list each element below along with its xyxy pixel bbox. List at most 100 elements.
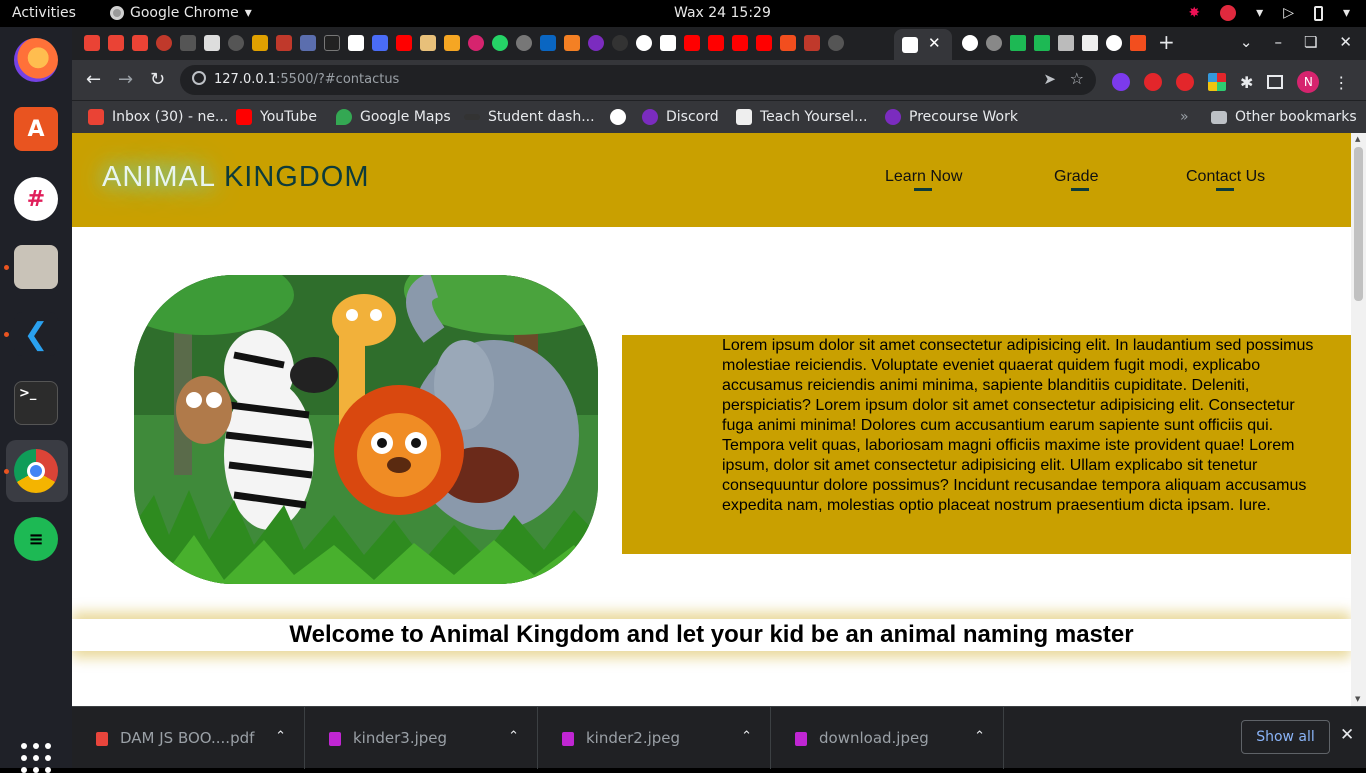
side-panel-icon[interactable] bbox=[1267, 75, 1284, 89]
tab-search-icon[interactable]: ⌄ bbox=[1240, 33, 1253, 51]
downloads-bar: DAM JS BOO....pdf ⌃ kinder3.jpeg ⌃ kinde… bbox=[72, 706, 1366, 769]
welcome-heading: Welcome to Animal Kingdom and let your k… bbox=[289, 621, 1134, 648]
bookmark-precourse[interactable]: Precourse Work bbox=[885, 109, 1018, 125]
files-icon[interactable] bbox=[14, 245, 58, 289]
bookmark-google-maps[interactable]: Google Maps bbox=[336, 109, 451, 125]
nav-learn-now[interactable]: Learn Now bbox=[885, 168, 962, 191]
download-item[interactable]: DAM JS BOO....pdf ⌃ bbox=[72, 707, 305, 769]
download-item[interactable]: download.jpeg ⌃ bbox=[771, 707, 1004, 769]
software-center-icon[interactable]: A bbox=[14, 107, 58, 151]
bookmark-student-dash[interactable]: Student dash... bbox=[464, 109, 595, 125]
color-extension-icon[interactable] bbox=[1208, 73, 1226, 91]
image-file-icon bbox=[329, 732, 341, 746]
download-item[interactable]: kinder3.jpeg ⌃ bbox=[305, 707, 538, 769]
adblock-icon[interactable] bbox=[1144, 73, 1162, 91]
vscode-icon[interactable]: ❮ bbox=[14, 312, 58, 356]
clock[interactable]: Wax 24 15:29 bbox=[674, 5, 771, 21]
chevron-up-icon[interactable]: ⌃ bbox=[275, 729, 286, 744]
browser-toolbar: ← → ↻ 127.0.0.1:5500/?#contactus ➤ ☆ ✱ N… bbox=[72, 60, 1366, 100]
bookmark-youtube[interactable]: YouTube bbox=[236, 109, 317, 125]
web-page: ANIMAL KINGDOM Learn Now Grade Contact U… bbox=[72, 133, 1351, 706]
site-logo[interactable]: ANIMAL KINGDOM bbox=[102, 161, 370, 194]
bookmark-globe[interactable] bbox=[610, 109, 626, 125]
puzzle-icon[interactable]: ✱ bbox=[1240, 73, 1253, 92]
chevron-down-icon: ▾ bbox=[244, 5, 252, 21]
chevron-up-icon[interactable]: ⌃ bbox=[508, 729, 519, 744]
slack-icon[interactable]: # bbox=[14, 177, 58, 221]
volume-icon: ▷ bbox=[1283, 5, 1294, 21]
forward-button[interactable]: → bbox=[118, 69, 133, 90]
pinned-tabs[interactable] bbox=[84, 35, 844, 51]
hand-stop-icon[interactable] bbox=[1176, 73, 1194, 91]
show-apps-icon[interactable] bbox=[21, 743, 51, 773]
chrome-icon bbox=[110, 6, 124, 20]
bookmark-star-icon[interactable]: ☆ bbox=[1070, 69, 1084, 88]
show-all-downloads-button[interactable]: Show all bbox=[1241, 720, 1330, 754]
spotify-icon[interactable]: ≡ bbox=[14, 517, 58, 561]
system-tray[interactable]: ✸ ▾ ▷ ▾ bbox=[1188, 5, 1350, 21]
page-scrollbar[interactable]: ▲ ▼ bbox=[1351, 133, 1366, 706]
chrome-icon[interactable] bbox=[14, 449, 58, 493]
site-info-icon[interactable] bbox=[192, 71, 206, 85]
nav-grade[interactable]: Grade bbox=[1054, 168, 1098, 191]
maps-icon bbox=[336, 109, 352, 125]
intro-text-box: Lorem ipsum dolor sit amet consectetur a… bbox=[622, 335, 1351, 554]
chevron-up-icon[interactable]: ⌃ bbox=[974, 729, 985, 744]
menu-kebab-icon[interactable]: ⋮ bbox=[1333, 73, 1349, 92]
maximize-button[interactable]: ❏ bbox=[1304, 33, 1317, 51]
nav-contact-us[interactable]: Contact Us bbox=[1186, 168, 1265, 191]
running-indicator bbox=[4, 265, 9, 270]
close-window-button[interactable]: ✕ bbox=[1339, 33, 1352, 51]
more-bookmarks-button[interactable]: » bbox=[1180, 109, 1189, 125]
browser-window: ✕ + ⌄ – ❏ ✕ ← → ↻ 127.0.0.1:5500/?#conta… bbox=[72, 27, 1366, 133]
hero-animal-image bbox=[134, 275, 598, 584]
color-picker-icon: ✸ bbox=[1188, 5, 1201, 21]
discord-icon bbox=[642, 109, 658, 125]
extension-icon[interactable] bbox=[1112, 73, 1130, 91]
scrollbar-thumb[interactable] bbox=[1354, 147, 1363, 301]
send-tab-icon[interactable]: ➤ bbox=[1043, 70, 1056, 88]
download-item[interactable]: kinder2.jpeg ⌃ bbox=[538, 707, 771, 769]
cartoon-animals-illustration bbox=[134, 275, 598, 584]
reload-button[interactable]: ↻ bbox=[150, 69, 165, 90]
tab-strip: ✕ + ⌄ – ❏ ✕ bbox=[72, 27, 1366, 60]
teach-yourself-icon bbox=[736, 109, 752, 125]
active-tab[interactable]: ✕ bbox=[894, 29, 952, 60]
bookmark-teach-yourself[interactable]: Teach Yoursel... bbox=[736, 109, 867, 125]
wifi-icon: ▾ bbox=[1256, 5, 1264, 21]
close-tab-icon[interactable]: ✕ bbox=[928, 34, 941, 52]
running-indicator bbox=[4, 469, 9, 474]
student-dash-icon bbox=[464, 114, 480, 120]
site-header: ANIMAL KINGDOM Learn Now Grade Contact U… bbox=[72, 133, 1351, 227]
firefox-icon[interactable] bbox=[14, 38, 58, 82]
youtube-icon bbox=[236, 109, 252, 125]
close-downloads-icon[interactable]: ✕ bbox=[1340, 725, 1354, 745]
running-indicator bbox=[4, 332, 9, 337]
address-bar[interactable]: 127.0.0.1:5500/?#contactus ➤ ☆ bbox=[180, 65, 1096, 95]
precourse-icon bbox=[885, 109, 901, 125]
new-tab-button[interactable]: + bbox=[1158, 30, 1175, 54]
terminal-icon[interactable]: >_ bbox=[14, 381, 58, 425]
welcome-banner: Welcome to Animal Kingdom and let your k… bbox=[72, 619, 1351, 651]
scroll-up-arrow[interactable]: ▲ bbox=[1355, 135, 1360, 143]
tab-favicon bbox=[902, 37, 918, 53]
pdf-icon bbox=[96, 732, 108, 746]
app-name: Google Chrome bbox=[130, 5, 239, 21]
scroll-down-arrow[interactable]: ▼ bbox=[1355, 695, 1360, 703]
chevron-up-icon[interactable]: ⌃ bbox=[741, 729, 752, 744]
power-menu-icon: ▾ bbox=[1342, 5, 1350, 21]
system-top-bar: Activities Google Chrome ▾ Wax 24 15:29 … bbox=[0, 0, 1366, 27]
battery-icon bbox=[1313, 5, 1323, 21]
record-icon bbox=[1220, 5, 1237, 21]
bookmark-inbox[interactable]: Inbox (30) - ne... bbox=[88, 109, 228, 125]
other-tabs[interactable] bbox=[962, 35, 1146, 51]
image-file-icon bbox=[562, 732, 574, 746]
back-button[interactable]: ← bbox=[86, 69, 101, 90]
activities-button[interactable]: Activities bbox=[12, 5, 76, 21]
minimize-button[interactable]: – bbox=[1274, 33, 1282, 51]
other-bookmarks-folder[interactable]: Other bookmarks bbox=[1211, 109, 1357, 125]
url-text[interactable]: 127.0.0.1:5500/?#contactus bbox=[214, 72, 399, 87]
profile-avatar[interactable]: N bbox=[1297, 71, 1320, 93]
app-menu[interactable]: Google Chrome ▾ bbox=[110, 5, 252, 21]
bookmark-discord[interactable]: Discord bbox=[642, 109, 719, 125]
